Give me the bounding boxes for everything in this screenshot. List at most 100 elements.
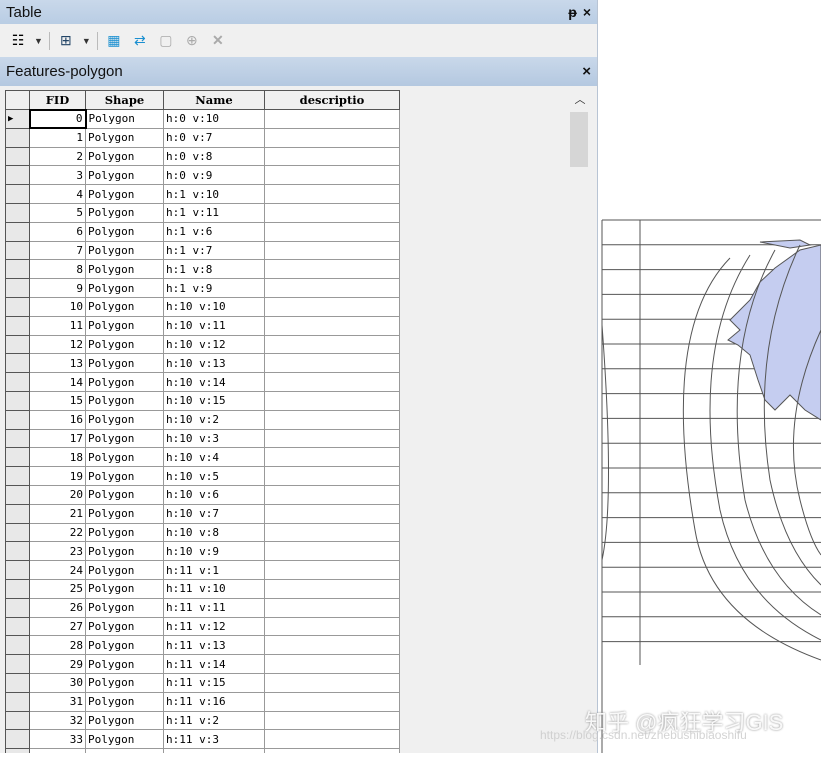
cell-name[interactable]: h:11 v:11	[164, 598, 265, 617]
table-row[interactable]: 21 Polygon h:10 v:7	[6, 504, 400, 523]
row-selector[interactable]	[6, 335, 30, 354]
row-selector[interactable]	[6, 260, 30, 279]
table-row[interactable]: 20 Polygon h:10 v:6	[6, 485, 400, 504]
cell-name[interactable]: h:1 v:8	[164, 260, 265, 279]
cell-name[interactable]: h:11 v:3	[164, 730, 265, 749]
cell-shape[interactable]: Polygon	[86, 166, 164, 185]
cell-shape[interactable]: Polygon	[86, 598, 164, 617]
cell-descriptio[interactable]	[265, 316, 400, 335]
cell-fid[interactable]: 4	[30, 185, 86, 204]
table-row[interactable]: 19 Polygon h:10 v:5	[6, 467, 400, 486]
row-selector[interactable]	[6, 523, 30, 542]
cell-name[interactable]: h:10 v:12	[164, 335, 265, 354]
table-row[interactable]: 26 Polygon h:11 v:11	[6, 598, 400, 617]
cell-fid[interactable]: 9	[30, 279, 86, 298]
table-row[interactable]: 12 Polygon h:10 v:12	[6, 335, 400, 354]
cell-shape[interactable]: Polygon	[86, 297, 164, 316]
cell-fid[interactable]: 3	[30, 166, 86, 185]
cell-descriptio[interactable]	[265, 730, 400, 749]
cell-name[interactable]: h:0 v:9	[164, 166, 265, 185]
cell-shape[interactable]: Polygon	[86, 222, 164, 241]
table-row[interactable]: 24 Polygon h:11 v:1	[6, 561, 400, 580]
table-row[interactable]: 29 Polygon h:11 v:14	[6, 655, 400, 674]
cell-fid[interactable]: 27	[30, 617, 86, 636]
table-row[interactable]: 6 Polygon h:1 v:6	[6, 222, 400, 241]
cell-name[interactable]: h:10 v:13	[164, 354, 265, 373]
table-row[interactable]: 30 Polygon h:11 v:15	[6, 673, 400, 692]
table-row[interactable]: 11 Polygon h:10 v:11	[6, 316, 400, 335]
cell-fid[interactable]: 0	[30, 110, 86, 129]
column-header-fid[interactable]: FID	[30, 91, 86, 110]
table-row[interactable]: 3 Polygon h:0 v:9	[6, 166, 400, 185]
row-selector[interactable]	[6, 579, 30, 598]
row-selector[interactable]	[6, 504, 30, 523]
cell-name[interactable]: h:10 v:9	[164, 542, 265, 561]
cell-fid[interactable]: 2	[30, 147, 86, 166]
cell-name[interactable]: h:1 v:11	[164, 203, 265, 222]
cell-shape[interactable]: Polygon	[86, 260, 164, 279]
cell-descriptio[interactable]	[265, 410, 400, 429]
cell-fid[interactable]: 8	[30, 260, 86, 279]
cell-fid[interactable]: 24	[30, 561, 86, 580]
cell-name[interactable]: h:11 v:13	[164, 636, 265, 655]
table-row[interactable]: 9 Polygon h:1 v:9	[6, 279, 400, 298]
table-row[interactable]: 2 Polygon h:0 v:8	[6, 147, 400, 166]
close-window-button[interactable]: ×	[583, 4, 591, 20]
cell-shape[interactable]: Polygon	[86, 391, 164, 410]
cell-shape[interactable]: Polygon	[86, 730, 164, 749]
cell-shape[interactable]: Polygon	[86, 203, 164, 222]
cell-descriptio[interactable]	[265, 673, 400, 692]
cell-fid[interactable]: 23	[30, 542, 86, 561]
cell-fid[interactable]: 19	[30, 467, 86, 486]
cell-name[interactable]: h:1 v:6	[164, 222, 265, 241]
cell-name[interactable]: h:11 v:12	[164, 617, 265, 636]
cell-name[interactable]: h:10 v:7	[164, 504, 265, 523]
cell-descriptio[interactable]	[265, 203, 400, 222]
pin-icon[interactable]: ᵽ	[568, 4, 577, 20]
table-row[interactable]: 5 Polygon h:1 v:11	[6, 203, 400, 222]
row-selector[interactable]	[6, 410, 30, 429]
cell-fid[interactable]: 34	[30, 749, 86, 753]
cell-name[interactable]: h:11 v:10	[164, 579, 265, 598]
cell-descriptio[interactable]	[265, 128, 400, 147]
cell-shape[interactable]: Polygon	[86, 673, 164, 692]
row-selector[interactable]	[6, 617, 30, 636]
chevron-down-icon[interactable]: ▼	[34, 36, 43, 46]
row-selector[interactable]	[6, 128, 30, 147]
row-selector[interactable]: ▶	[6, 110, 30, 129]
table-row[interactable]: 4 Polygon h:1 v:10	[6, 185, 400, 204]
cell-name[interactable]: h:10 v:10	[164, 297, 265, 316]
table-row[interactable]: 16 Polygon h:10 v:2	[6, 410, 400, 429]
cell-name[interactable]: h:10 v:6	[164, 485, 265, 504]
cell-name[interactable]: h:10 v:4	[164, 448, 265, 467]
table-row[interactable]: 32 Polygon h:11 v:2	[6, 711, 400, 730]
cell-shape[interactable]: Polygon	[86, 110, 164, 129]
row-selector[interactable]	[6, 448, 30, 467]
vertical-scrollbar[interactable]: ︿	[568, 90, 592, 753]
table-row[interactable]: 8 Polygon h:1 v:8	[6, 260, 400, 279]
cell-descriptio[interactable]	[265, 260, 400, 279]
cell-descriptio[interactable]	[265, 354, 400, 373]
cell-fid[interactable]: 26	[30, 598, 86, 617]
cell-name[interactable]: h:11 v:2	[164, 711, 265, 730]
row-selector[interactable]	[6, 373, 30, 392]
cell-name[interactable]: h:1 v:7	[164, 241, 265, 260]
cell-name[interactable]: h:0 v:8	[164, 147, 265, 166]
cell-fid[interactable]: 31	[30, 692, 86, 711]
close-tab-button[interactable]: ×	[582, 63, 591, 80]
cell-fid[interactable]: 10	[30, 297, 86, 316]
column-header-name[interactable]: Name	[164, 91, 265, 110]
row-selector[interactable]	[6, 485, 30, 504]
cell-fid[interactable]: 22	[30, 523, 86, 542]
cell-shape[interactable]: Polygon	[86, 410, 164, 429]
table-options-icon[interactable]: ☷	[8, 31, 28, 51]
cell-descriptio[interactable]	[265, 185, 400, 204]
cell-fid[interactable]: 32	[30, 711, 86, 730]
cell-fid[interactable]: 12	[30, 335, 86, 354]
cell-shape[interactable]: Polygon	[86, 636, 164, 655]
cell-name[interactable]: h:1 v:10	[164, 185, 265, 204]
table-row[interactable]: 34 Polygon h:11 v:4	[6, 749, 400, 753]
cell-descriptio[interactable]	[265, 579, 400, 598]
cell-fid[interactable]: 33	[30, 730, 86, 749]
select-by-attributes-icon[interactable]: ▦	[104, 31, 124, 51]
